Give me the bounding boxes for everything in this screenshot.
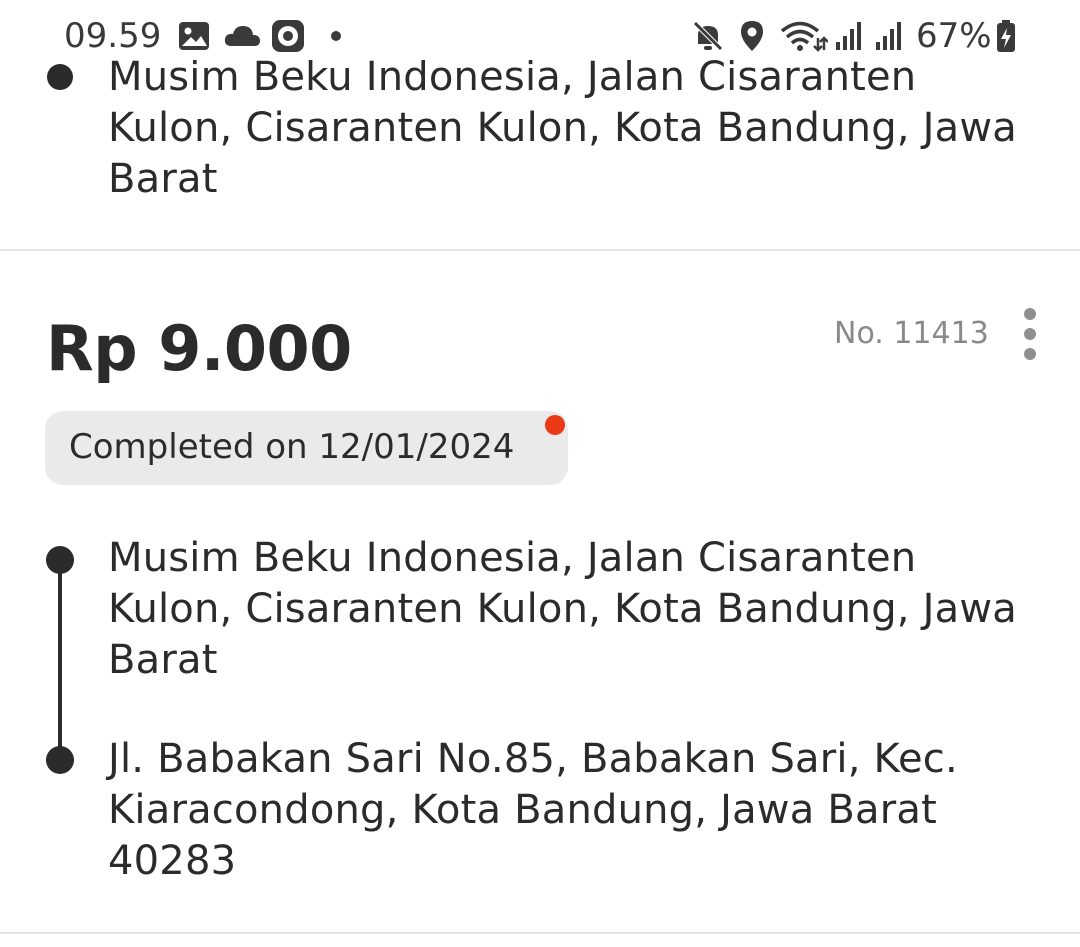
gallery-icon (179, 22, 209, 50)
signal-icon (836, 22, 861, 50)
battery-charging-icon (997, 20, 1015, 52)
route-line (58, 560, 62, 758)
mute-icon (693, 21, 723, 51)
signal-icon (876, 22, 901, 50)
pickup-dot (46, 546, 74, 574)
card-divider (0, 932, 1080, 934)
more-options-button[interactable] (1012, 304, 1048, 364)
status-bar: 09.59 67% (0, 0, 1080, 74)
order-price: Rp 9.000 (46, 312, 352, 385)
previous-destination-address: Musim Beku Indonesia, Jalan Cisaranten K… (108, 54, 1017, 202)
camera-ring-icon (272, 20, 304, 52)
location-icon (741, 21, 763, 51)
battery-percentage: 67% (916, 16, 992, 56)
wifi-icon (780, 21, 828, 52)
order-history-screen: Musim Beku Indonesia, Jalan Cisaranten K… (0, 0, 1080, 947)
more-options-icon (1024, 308, 1036, 320)
status-badge-label: Completed on 12/01/2024 (69, 427, 515, 467)
notification-dot (545, 415, 565, 435)
dropoff-dot (46, 746, 74, 774)
card-divider (0, 249, 1080, 251)
pickup-address: Musim Beku Indonesia, Jalan Cisaranten K… (108, 535, 1017, 683)
status-badge: Completed on 12/01/2024 (45, 411, 568, 485)
status-time: 09.59 (64, 16, 162, 56)
cloud-icon (224, 26, 260, 46)
order-number: No. 11413 (834, 316, 989, 351)
dot-icon (331, 31, 341, 41)
dropoff-address: Jl. Babakan Sari No.85, Babakan Sari, Ke… (108, 736, 958, 884)
